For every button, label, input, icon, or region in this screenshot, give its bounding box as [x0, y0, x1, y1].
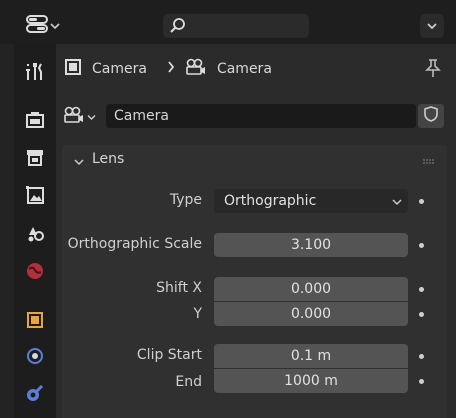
keyframe-dot[interactable] — [419, 379, 424, 384]
clip-end-label: End — [175, 374, 202, 390]
pin-icon[interactable] — [424, 58, 442, 82]
search-input[interactable] — [163, 14, 309, 38]
chevron-down-icon — [74, 155, 84, 170]
keyframe-dot[interactable] — [419, 199, 424, 204]
output-tab-icon[interactable] — [22, 144, 48, 170]
datablock-browse-button[interactable] — [63, 104, 103, 130]
shift-y-field[interactable]: 0.000 — [214, 302, 408, 326]
shift-x-field[interactable]: 0.000 — [214, 277, 408, 301]
editor-type-button[interactable] — [26, 14, 66, 38]
lens-panel-title: Lens — [92, 151, 125, 167]
clip-end-field[interactable]: 1000 m — [214, 369, 408, 393]
shift-y-label: Y — [193, 306, 202, 322]
shield-icon — [424, 106, 438, 126]
physics-tab-icon[interactable] — [22, 343, 48, 369]
tool-tab-icon[interactable] — [22, 59, 48, 85]
breadcrumb-data: Camera — [216, 61, 272, 77]
chevron-down-icon — [50, 19, 60, 34]
search-icon — [169, 17, 187, 39]
breadcrumb: Camera Camera — [64, 58, 272, 80]
clip-start-label: Clip Start — [136, 347, 202, 363]
keyframe-dot[interactable] — [419, 243, 424, 248]
object-data-tab-icon[interactable] — [22, 380, 48, 406]
camera-data-icon — [63, 106, 85, 128]
type-value: Orthographic — [224, 193, 317, 209]
render-tab-icon[interactable] — [22, 107, 48, 133]
scene-tab-icon[interactable] — [22, 220, 48, 246]
ortho-scale-field[interactable]: 3.100 — [214, 233, 408, 257]
clip-start-field[interactable]: 0.1 m — [214, 344, 408, 368]
chevron-right-icon — [167, 61, 175, 77]
properties-tab-bar — [14, 44, 56, 418]
breadcrumb-object: Camera — [92, 61, 147, 77]
chevron-down-icon — [426, 19, 438, 34]
world-tab-icon[interactable] — [22, 258, 48, 284]
options-dropdown-button[interactable] — [420, 14, 444, 38]
type-label: Type — [169, 192, 202, 208]
lens-panel-header[interactable]: Lens — [62, 145, 447, 175]
object-icon — [64, 58, 82, 80]
datablock-name-field[interactable]: Camera — [106, 104, 416, 128]
camera-data-icon — [185, 58, 207, 80]
object-tab-icon[interactable] — [22, 307, 48, 333]
keyframe-dot[interactable] — [419, 312, 424, 317]
shift-x-label: Shift X — [156, 280, 202, 296]
drag-handle-icon[interactable] — [422, 155, 436, 170]
view-layer-tab-icon[interactable] — [22, 182, 48, 208]
ortho-scale-label: Orthographic Scale — [67, 236, 202, 252]
keyframe-dot[interactable] — [419, 354, 424, 359]
type-select[interactable]: Orthographic — [214, 189, 408, 213]
keyframe-dot[interactable] — [419, 287, 424, 292]
properties-editor-icon — [26, 15, 48, 37]
fake-user-button[interactable] — [418, 104, 444, 128]
chevron-down-icon — [87, 110, 96, 125]
chevron-down-icon — [392, 190, 402, 214]
